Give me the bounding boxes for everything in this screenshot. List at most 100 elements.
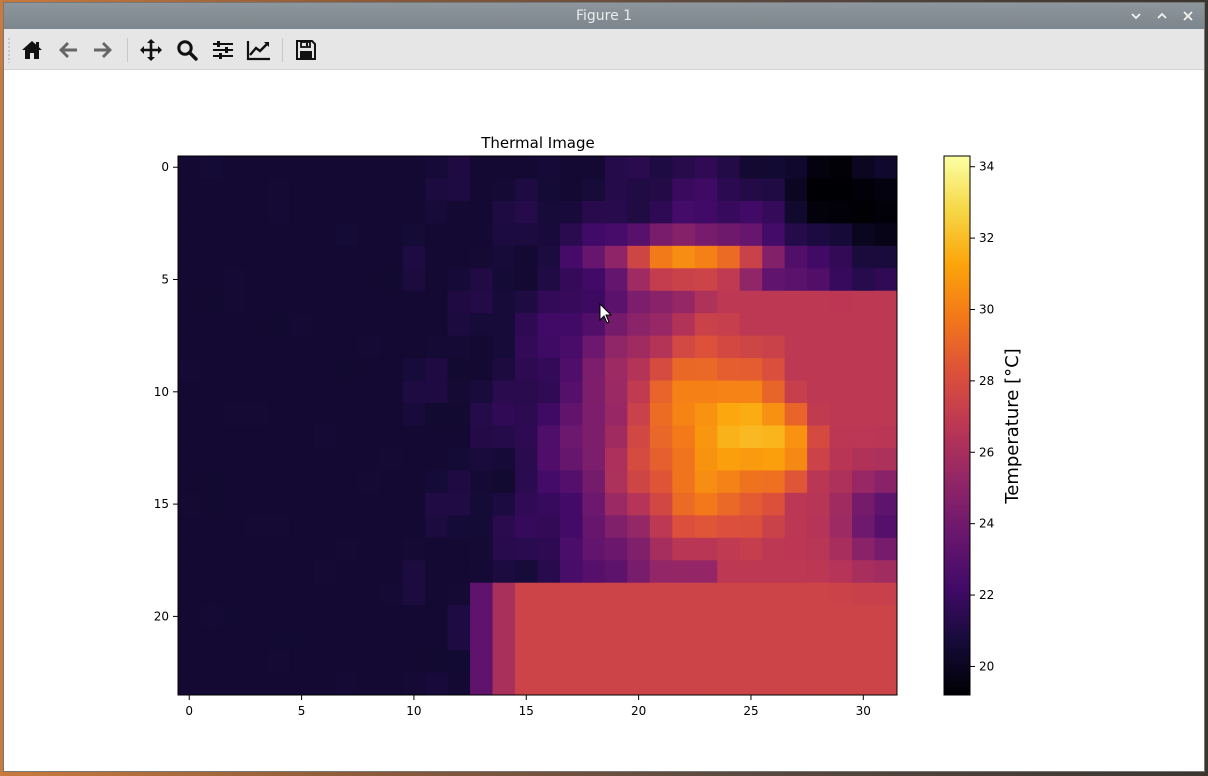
heatmap-cell: [447, 178, 471, 202]
heatmap-cell: [807, 178, 831, 202]
heatmap-cell: [447, 537, 471, 561]
heatmap-cell: [784, 223, 808, 247]
heatmap-cell: [515, 245, 539, 269]
heatmap-cell: [694, 290, 718, 314]
heatmap-cell: [762, 605, 786, 629]
heatmap-cell: [178, 492, 202, 516]
heatmap-cell: [200, 200, 224, 224]
heatmap-cell: [874, 380, 897, 404]
heatmap-cell: [492, 515, 516, 539]
heatmap-cell: [335, 470, 359, 494]
heatmap-chart[interactable]: Thermal Image 0 5 10 15 20 25 30 0 5 10 15 20 20 22…: [4, 70, 1204, 771]
heatmap-cell: [470, 178, 494, 202]
heatmap-cell: [178, 425, 202, 449]
heatmap-cell: [380, 470, 404, 494]
heatmap-cell: [784, 605, 808, 629]
heatmap-cell: [402, 156, 426, 180]
heatmap-cell: [178, 200, 202, 224]
heatmap-cell: [807, 515, 831, 539]
subplots-configure-icon: [213, 41, 233, 59]
heatmap-cell: [694, 380, 718, 404]
forward-button[interactable]: [88, 35, 118, 65]
heatmap-cell: [559, 425, 584, 449]
heatmap-cell: [402, 560, 426, 584]
heatmap-cell: [672, 537, 696, 561]
heatmap-cell: [357, 403, 381, 427]
heatmap-cell: [447, 403, 471, 427]
heatmap-cell: [515, 200, 539, 224]
heatmap-cell: [425, 672, 449, 695]
toolbar-grip[interactable]: [8, 37, 10, 63]
heatmap-cell: [694, 447, 718, 472]
heatmap-cell: [290, 582, 314, 606]
heatmap-cell: [852, 447, 876, 472]
heatmap-cell: [312, 515, 336, 539]
pan-button[interactable]: [136, 35, 166, 65]
x-tick-label: 30: [856, 704, 871, 718]
heatmap-cell: [200, 672, 224, 695]
edit-axis-button[interactable]: [244, 35, 274, 65]
heatmap-cell: [739, 335, 763, 359]
heatmap-cell: [559, 200, 584, 224]
heatmap-cell: [762, 403, 786, 427]
figure-window: Figure 1 Thermal Image 0 5 10 15 20 25 3…: [4, 3, 1204, 771]
subplots-configure-button[interactable]: [208, 35, 238, 65]
heatmap-cell: [649, 470, 673, 494]
heatmap-cell: [380, 380, 404, 404]
heatmap-cell: [807, 245, 831, 269]
heatmap-cell: [335, 268, 359, 292]
x-axis: 0 5 10 15 20 25 30: [185, 695, 871, 718]
heatmap-cell: [694, 313, 718, 337]
heatmap-cell: [717, 470, 741, 494]
heatmap-cell: [874, 560, 897, 584]
x-tick-label: 25: [743, 704, 758, 718]
heatmap-cell: [222, 425, 247, 449]
heatmap-cell: [312, 178, 336, 202]
heatmap-cell: [267, 245, 291, 269]
heatmap-cell: [649, 156, 673, 180]
heatmap-cell: [694, 537, 718, 561]
heatmap-cell: [357, 335, 381, 359]
heatmap-cell: [582, 650, 606, 674]
heatmap-cell: [784, 380, 808, 404]
heatmap-cell: [492, 560, 516, 584]
heatmap-cell: [852, 380, 876, 404]
colorbar: [944, 156, 970, 695]
x-tick-label: 0: [185, 704, 193, 718]
heatmap-cell: [200, 223, 224, 247]
heatmap-cell: [807, 425, 831, 449]
heatmap-cell: [852, 537, 876, 561]
heatmap-cell: [537, 447, 561, 472]
window-close-button[interactable]: [1178, 6, 1198, 26]
heatmap-cell: [357, 672, 381, 695]
heatmap-cell: [874, 268, 897, 292]
heatmap-cell: [874, 223, 897, 247]
heatmap-cell: [762, 268, 786, 292]
title-bar: Figure 1: [4, 3, 1204, 29]
back-button[interactable]: [53, 35, 83, 65]
heatmap-cell: [807, 492, 831, 516]
home-button[interactable]: [17, 35, 47, 65]
heatmap-cell: [559, 470, 584, 494]
heatmap-cell: [267, 582, 291, 606]
heatmap-cell: [447, 650, 471, 674]
heatmap-cell: [245, 515, 269, 539]
heatmap-cell: [874, 335, 897, 359]
heatmap-cell: [852, 470, 876, 494]
window-menu-button[interactable]: [1126, 6, 1146, 26]
heatmap-cell: [515, 156, 539, 180]
heatmap-cell: [312, 335, 336, 359]
window-maximize-button[interactable]: [1152, 6, 1172, 26]
heatmap-cell: [380, 178, 404, 202]
heatmap-cell: [582, 335, 606, 359]
heatmap-cell: [559, 178, 584, 202]
heatmap-cell: [559, 245, 584, 269]
heatmap-cell: [649, 650, 673, 674]
save-button[interactable]: [291, 35, 321, 65]
heatmap-cell: [447, 200, 471, 224]
y-axis: 0 5 10 15 20: [154, 160, 178, 623]
zoom-button[interactable]: [172, 35, 202, 65]
heatmap-cell: [762, 650, 786, 674]
colorbar-tick-label: 26: [979, 445, 994, 459]
heatmap-cell: [335, 403, 359, 427]
